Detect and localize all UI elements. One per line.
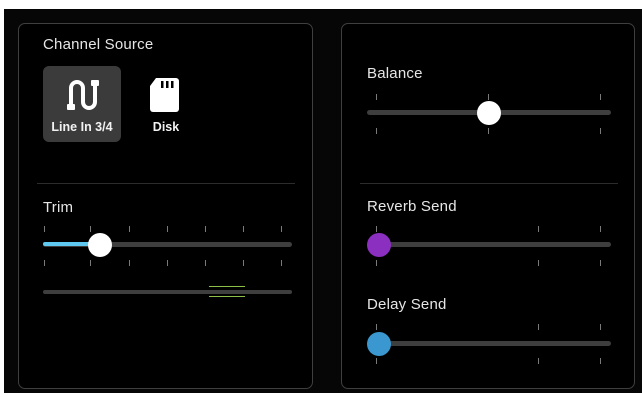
trim-tick (281, 226, 282, 232)
trim-tick (281, 260, 282, 266)
disk-source-label: Disk (152, 120, 180, 134)
trim-tick (167, 226, 168, 232)
balance-tick (488, 94, 489, 100)
trim-tick (44, 260, 45, 266)
trim-tick (205, 260, 206, 266)
reverb-tick (376, 260, 377, 266)
input-level-meter (43, 290, 292, 294)
line-in-icon (63, 76, 101, 119)
balance-tick (600, 94, 601, 100)
reverb-send-slider-track[interactable] (367, 242, 611, 247)
balance-tick (376, 128, 377, 134)
sd-card-icon (148, 76, 184, 119)
balance-slider-handle[interactable] (477, 101, 501, 125)
delay-tick (376, 324, 377, 330)
sends-panel: Balance Reverb Send Delay Send (341, 23, 635, 389)
delay-tick (600, 324, 601, 330)
balance-tick (376, 94, 377, 100)
trim-slider-handle[interactable] (88, 233, 112, 257)
trim-title: Trim (43, 199, 74, 216)
reverb-tick (600, 260, 601, 266)
reverb-send-title: Reverb Send (367, 198, 457, 215)
reverb-tick (538, 260, 539, 266)
channel-source-panel: Channel Source Line In 3/4 Disk Trim (18, 23, 313, 389)
reverb-tick (600, 226, 601, 232)
trim-tick (90, 260, 91, 266)
trim-tick (205, 226, 206, 232)
delay-tick (538, 358, 539, 364)
mixer-channel-window: Channel Source Line In 3/4 Disk Trim Bal… (4, 9, 642, 393)
delay-send-title: Delay Send (367, 296, 447, 313)
trim-tick (167, 260, 168, 266)
trim-tick (243, 226, 244, 232)
trim-tick (129, 260, 130, 266)
line-in-source-label: Line In 3/4 (51, 120, 113, 134)
meter-marker-top (209, 286, 245, 287)
reverb-tick (376, 226, 377, 232)
line-in-source-button[interactable]: Line In 3/4 (43, 66, 121, 142)
delay-send-slider-track[interactable] (367, 341, 611, 346)
balance-tick (488, 128, 489, 134)
delay-tick (538, 324, 539, 330)
balance-divider (360, 183, 618, 184)
trim-tick (44, 226, 45, 232)
reverb-send-slider-handle[interactable] (367, 233, 391, 257)
balance-title: Balance (367, 65, 423, 82)
reverb-tick (538, 226, 539, 232)
channel-source-title: Channel Source (43, 36, 154, 53)
delay-tick (376, 358, 377, 364)
meter-marker-bottom (209, 296, 245, 297)
trim-tick (129, 226, 130, 232)
balance-tick (600, 128, 601, 134)
source-divider (37, 183, 295, 184)
delay-tick (600, 358, 601, 364)
trim-tick (90, 226, 91, 232)
disk-source-button[interactable]: Disk (127, 66, 205, 142)
trim-tick (243, 260, 244, 266)
delay-send-slider-handle[interactable] (367, 332, 391, 356)
